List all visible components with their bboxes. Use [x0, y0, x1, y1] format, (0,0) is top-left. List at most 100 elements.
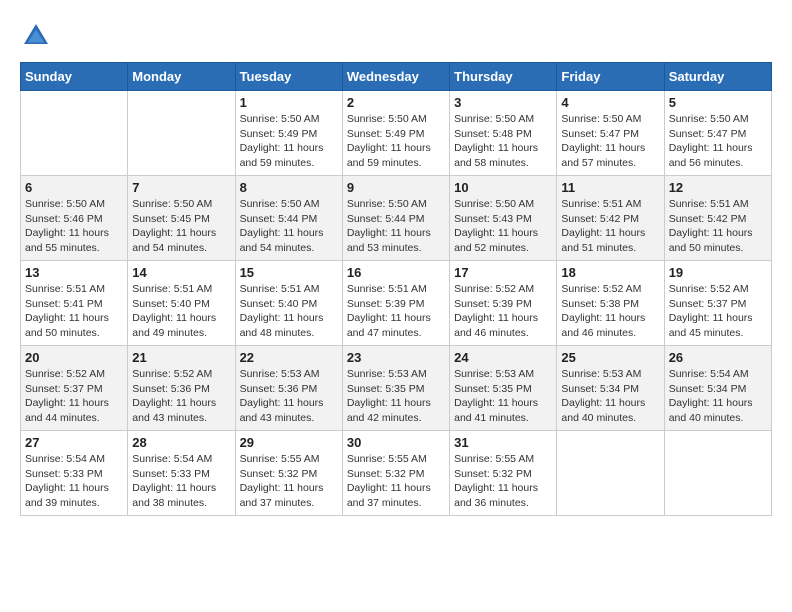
day-number: 25: [561, 350, 659, 365]
day-number: 7: [132, 180, 230, 195]
calendar-cell: 18 Sunrise: 5:52 AM Sunset: 5:38 PM Dayli…: [557, 261, 664, 346]
day-number: 16: [347, 265, 445, 280]
day-info: Sunrise: 5:50 AM Sunset: 5:46 PM Dayligh…: [25, 197, 123, 256]
weekday-header-tuesday: Tuesday: [235, 63, 342, 91]
calendar-cell: 25 Sunrise: 5:53 AM Sunset: 5:34 PM Dayli…: [557, 346, 664, 431]
calendar-cell: [557, 431, 664, 516]
day-number: 3: [454, 95, 552, 110]
day-number: 11: [561, 180, 659, 195]
day-info: Sunrise: 5:50 AM Sunset: 5:45 PM Dayligh…: [132, 197, 230, 256]
day-info: Sunrise: 5:50 AM Sunset: 5:44 PM Dayligh…: [240, 197, 338, 256]
day-number: 22: [240, 350, 338, 365]
day-number: 12: [669, 180, 767, 195]
day-number: 6: [25, 180, 123, 195]
day-info: Sunrise: 5:55 AM Sunset: 5:32 PM Dayligh…: [347, 452, 445, 511]
day-number: 1: [240, 95, 338, 110]
day-number: 26: [669, 350, 767, 365]
day-info: Sunrise: 5:51 AM Sunset: 5:41 PM Dayligh…: [25, 282, 123, 341]
day-info: Sunrise: 5:54 AM Sunset: 5:33 PM Dayligh…: [132, 452, 230, 511]
day-number: 27: [25, 435, 123, 450]
day-number: 4: [561, 95, 659, 110]
calendar-cell: 2 Sunrise: 5:50 AM Sunset: 5:49 PM Daylig…: [342, 91, 449, 176]
calendar-cell: 31Sunrise: 5:55 AM Sunset: 5:32 PM Dayli…: [450, 431, 557, 516]
calendar-cell: [128, 91, 235, 176]
day-number: 24: [454, 350, 552, 365]
day-info: Sunrise: 5:52 AM Sunset: 5:37 PM Dayligh…: [669, 282, 767, 341]
day-info: Sunrise: 5:50 AM Sunset: 5:49 PM Dayligh…: [240, 112, 338, 171]
day-info: Sunrise: 5:55 AM Sunset: 5:32 PM Dayligh…: [454, 452, 552, 511]
day-info: Sunrise: 5:50 AM Sunset: 5:47 PM Dayligh…: [561, 112, 659, 171]
calendar-cell: 9 Sunrise: 5:50 AM Sunset: 5:44 PM Daylig…: [342, 176, 449, 261]
calendar-cell: [664, 431, 771, 516]
logo: [20, 20, 56, 52]
day-info: Sunrise: 5:52 AM Sunset: 5:36 PM Dayligh…: [132, 367, 230, 426]
calendar-cell: 15Sunrise: 5:51 AM Sunset: 5:40 PM Dayli…: [235, 261, 342, 346]
calendar-table: SundayMondayTuesdayWednesdayThursdayFrid…: [20, 62, 772, 516]
calendar-cell: 4 Sunrise: 5:50 AM Sunset: 5:47 PM Daylig…: [557, 91, 664, 176]
day-info: Sunrise: 5:52 AM Sunset: 5:39 PM Dayligh…: [454, 282, 552, 341]
calendar-cell: 5 Sunrise: 5:50 AM Sunset: 5:47 PM Daylig…: [664, 91, 771, 176]
calendar-cell: 11 Sunrise: 5:51 AM Sunset: 5:42 PM Dayli…: [557, 176, 664, 261]
day-number: 30: [347, 435, 445, 450]
calendar-cell: 28 Sunrise: 5:54 AM Sunset: 5:33 PM Dayli…: [128, 431, 235, 516]
day-info: Sunrise: 5:51 AM Sunset: 5:39 PM Dayligh…: [347, 282, 445, 341]
day-info: Sunrise: 5:53 AM Sunset: 5:34 PM Dayligh…: [561, 367, 659, 426]
day-number: 21: [132, 350, 230, 365]
day-info: Sunrise: 5:53 AM Sunset: 5:36 PM Dayligh…: [240, 367, 338, 426]
calendar-cell: 3 Sunrise: 5:50 AM Sunset: 5:48 PM Daylig…: [450, 91, 557, 176]
day-number: 5: [669, 95, 767, 110]
day-number: 17: [454, 265, 552, 280]
calendar-cell: 30 Sunrise: 5:55 AM Sunset: 5:32 PM Dayli…: [342, 431, 449, 516]
week-row-1: 1 Sunrise: 5:50 AM Sunset: 5:49 PM Daylig…: [21, 91, 772, 176]
day-number: 28: [132, 435, 230, 450]
calendar-cell: 29Sunrise: 5:55 AM Sunset: 5:32 PM Dayli…: [235, 431, 342, 516]
weekday-row: SundayMondayTuesdayWednesdayThursdayFrid…: [21, 63, 772, 91]
week-row-2: 6 Sunrise: 5:50 AM Sunset: 5:46 PM Daylig…: [21, 176, 772, 261]
calendar-cell: 26 Sunrise: 5:54 AM Sunset: 5:34 PM Dayli…: [664, 346, 771, 431]
day-info: Sunrise: 5:50 AM Sunset: 5:49 PM Dayligh…: [347, 112, 445, 171]
day-info: Sunrise: 5:51 AM Sunset: 5:42 PM Dayligh…: [561, 197, 659, 256]
weekday-header-friday: Friday: [557, 63, 664, 91]
calendar-cell: 20 Sunrise: 5:52 AM Sunset: 5:37 PM Dayli…: [21, 346, 128, 431]
calendar-cell: 24Sunrise: 5:53 AM Sunset: 5:35 PM Dayli…: [450, 346, 557, 431]
day-info: Sunrise: 5:55 AM Sunset: 5:32 PM Dayligh…: [240, 452, 338, 511]
calendar-cell: 23Sunrise: 5:53 AM Sunset: 5:35 PM Dayli…: [342, 346, 449, 431]
calendar-cell: 1 Sunrise: 5:50 AM Sunset: 5:49 PM Daylig…: [235, 91, 342, 176]
calendar-cell: 6 Sunrise: 5:50 AM Sunset: 5:46 PM Daylig…: [21, 176, 128, 261]
calendar-cell: 21 Sunrise: 5:52 AM Sunset: 5:36 PM Dayli…: [128, 346, 235, 431]
day-info: Sunrise: 5:51 AM Sunset: 5:40 PM Dayligh…: [132, 282, 230, 341]
day-info: Sunrise: 5:51 AM Sunset: 5:42 PM Dayligh…: [669, 197, 767, 256]
day-info: Sunrise: 5:50 AM Sunset: 5:44 PM Dayligh…: [347, 197, 445, 256]
calendar-cell: 8Sunrise: 5:50 AM Sunset: 5:44 PM Daylig…: [235, 176, 342, 261]
day-info: Sunrise: 5:51 AM Sunset: 5:40 PM Dayligh…: [240, 282, 338, 341]
day-info: Sunrise: 5:52 AM Sunset: 5:37 PM Dayligh…: [25, 367, 123, 426]
day-number: 9: [347, 180, 445, 195]
day-number: 13: [25, 265, 123, 280]
weekday-header-sunday: Sunday: [21, 63, 128, 91]
day-info: Sunrise: 5:50 AM Sunset: 5:47 PM Dayligh…: [669, 112, 767, 171]
weekday-header-thursday: Thursday: [450, 63, 557, 91]
weekday-header-saturday: Saturday: [664, 63, 771, 91]
day-info: Sunrise: 5:50 AM Sunset: 5:48 PM Dayligh…: [454, 112, 552, 171]
calendar-cell: 13 Sunrise: 5:51 AM Sunset: 5:41 PM Dayli…: [21, 261, 128, 346]
calendar-cell: 10Sunrise: 5:50 AM Sunset: 5:43 PM Dayli…: [450, 176, 557, 261]
week-row-5: 27 Sunrise: 5:54 AM Sunset: 5:33 PM Dayli…: [21, 431, 772, 516]
day-info: Sunrise: 5:54 AM Sunset: 5:34 PM Dayligh…: [669, 367, 767, 426]
calendar-cell: [21, 91, 128, 176]
calendar-cell: 16 Sunrise: 5:51 AM Sunset: 5:39 PM Dayli…: [342, 261, 449, 346]
day-number: 18: [561, 265, 659, 280]
day-info: Sunrise: 5:52 AM Sunset: 5:38 PM Dayligh…: [561, 282, 659, 341]
day-number: 20: [25, 350, 123, 365]
day-number: 14: [132, 265, 230, 280]
calendar-cell: 19 Sunrise: 5:52 AM Sunset: 5:37 PM Dayli…: [664, 261, 771, 346]
day-info: Sunrise: 5:53 AM Sunset: 5:35 PM Dayligh…: [347, 367, 445, 426]
weekday-header-wednesday: Wednesday: [342, 63, 449, 91]
day-number: 2: [347, 95, 445, 110]
calendar-cell: 12 Sunrise: 5:51 AM Sunset: 5:42 PM Dayli…: [664, 176, 771, 261]
calendar-cell: 7 Sunrise: 5:50 AM Sunset: 5:45 PM Daylig…: [128, 176, 235, 261]
day-info: Sunrise: 5:50 AM Sunset: 5:43 PM Dayligh…: [454, 197, 552, 256]
calendar-body: 1 Sunrise: 5:50 AM Sunset: 5:49 PM Daylig…: [21, 91, 772, 516]
day-number: 19: [669, 265, 767, 280]
calendar-cell: 17 Sunrise: 5:52 AM Sunset: 5:39 PM Dayli…: [450, 261, 557, 346]
calendar-header: SundayMondayTuesdayWednesdayThursdayFrid…: [21, 63, 772, 91]
